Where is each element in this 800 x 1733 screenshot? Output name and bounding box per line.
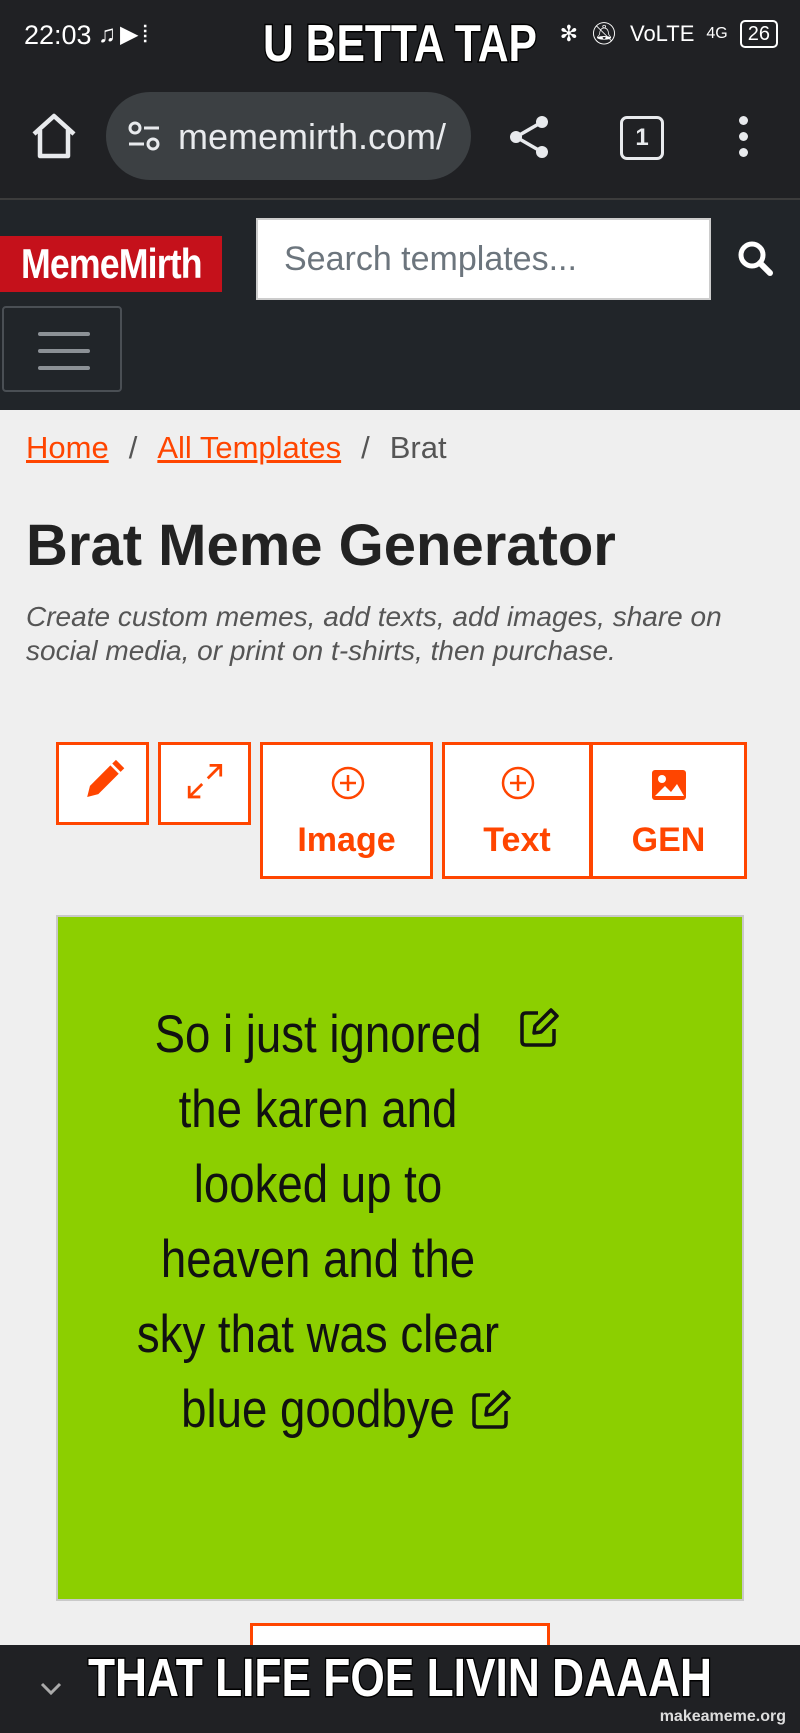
search-icon (738, 241, 773, 276)
browser-toolbar: mememirth.com/ 1 (0, 80, 800, 200)
watermark: makeameme.org (659, 1708, 786, 1725)
breadcrumb-home-link[interactable]: Home (26, 430, 109, 466)
edit-text-icon[interactable] (518, 1007, 560, 1049)
fullscreen-button[interactable] (158, 742, 251, 825)
meme-canvas[interactable]: So i just ignored the karen and looked u… (56, 915, 744, 1601)
edit-text-icon[interactable] (470, 1389, 512, 1431)
pencil-icon (87, 759, 125, 797)
meme-text-line: the karen and (178, 1080, 458, 1139)
more-options-icon[interactable] (738, 116, 748, 160)
url-text: mememirth.com/ (178, 116, 447, 157)
chevron-down-icon[interactable] (38, 1675, 64, 1701)
meme-text-line: So i just ignored (154, 1005, 482, 1064)
expand-icon (187, 764, 223, 799)
battery-indicator: 26 (739, 20, 778, 48)
add-text-label: Text (483, 821, 551, 859)
meme-text-line: heaven and the (160, 1230, 476, 1289)
address-bar[interactable]: mememirth.com/ (106, 92, 471, 180)
page-subtitle: Create custom memes, add texts, add imag… (26, 601, 722, 666)
tab-switcher-button[interactable]: 1 (620, 116, 664, 160)
page-title: Brat Meme Generator (26, 513, 616, 578)
generate-button[interactable]: GEN (590, 742, 747, 879)
site-header: MemeMirth (0, 200, 800, 410)
add-text-button[interactable]: Text (442, 742, 592, 879)
meme-caption-top: U BETTA TAP (262, 14, 538, 75)
meme-text-line: blue goodbye (181, 1380, 455, 1439)
generate-label: GEN (631, 821, 706, 859)
breadcrumb-current: Brat (389, 430, 447, 465)
meme-text-line: sky that was clear (136, 1305, 500, 1364)
breadcrumb-all-templates-link[interactable]: All Templates (157, 430, 341, 466)
plus-circle-icon (331, 766, 365, 800)
add-image-label: Image (297, 821, 396, 859)
edit-mode-button[interactable] (56, 742, 149, 825)
site-settings-icon[interactable] (126, 118, 162, 154)
share-icon[interactable] (506, 114, 552, 160)
meme-text-block[interactable]: So i just ignored the karen and looked u… (129, 997, 507, 1447)
add-image-button[interactable]: Image (260, 742, 433, 879)
menu-toggle-button[interactable] (2, 306, 122, 392)
image-icon (652, 770, 686, 800)
meme-caption-bottom: THAT LIFE FOE LIVIN DAAAH (87, 1647, 713, 1710)
plus-circle-icon (501, 766, 535, 800)
breadcrumb-separator: / (361, 430, 370, 465)
home-icon[interactable] (28, 110, 80, 162)
search-input[interactable] (256, 218, 711, 300)
site-logo[interactable]: MemeMirth (0, 236, 222, 292)
search-button[interactable] (712, 218, 800, 300)
breadcrumb: Home / All Templates / Brat (26, 430, 447, 466)
breadcrumb-separator: / (128, 430, 138, 465)
meme-text-line: looked up to (193, 1155, 443, 1214)
